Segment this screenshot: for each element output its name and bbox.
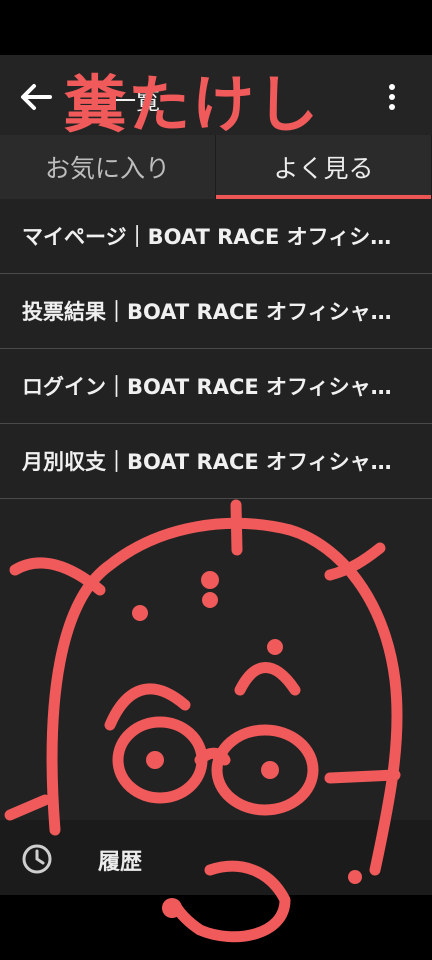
app-screen: 一覧 お気に入り よく見る マイページ｜BOAT RACE オフィシャルウェブサ…: [0, 55, 432, 895]
tab-bar: お気に入り よく見る: [0, 135, 432, 199]
tab-favorites[interactable]: お気に入り: [0, 135, 216, 199]
list-item[interactable]: ログイン｜BOAT RACE オフィシャルウェブサイト: [0, 349, 432, 424]
page-list: マイページ｜BOAT RACE オフィシャルウェブサイト 投票結果｜BOAT R…: [0, 199, 432, 499]
history-bar[interactable]: 履歴: [0, 820, 432, 895]
list-item-title: マイページ｜BOAT RACE オフィシャルウェブサイト: [22, 225, 402, 249]
list-item[interactable]: マイページ｜BOAT RACE オフィシャルウェブサイト: [0, 199, 432, 274]
tab-frequently-viewed[interactable]: よく見る: [216, 135, 432, 199]
more-menu-button[interactable]: [372, 77, 412, 117]
history-label: 履歴: [98, 850, 143, 875]
list-item-title: 投票結果｜BOAT RACE オフィシャルウェブサイト: [22, 300, 402, 324]
status-bar: [0, 0, 432, 55]
clock-icon: [22, 844, 52, 874]
list-item[interactable]: 月別収支｜BOAT RACE オフィシャルウェブサイト: [0, 424, 432, 499]
list-item[interactable]: 投票結果｜BOAT RACE オフィシャルウェブサイト: [0, 274, 432, 349]
arrow-left-icon: [21, 84, 52, 110]
back-button[interactable]: [14, 75, 58, 119]
list-item-title: 月別収支｜BOAT RACE オフィシャルウェブサイト: [22, 450, 402, 474]
more-vert-icon: [389, 84, 395, 110]
list-item-title: ログイン｜BOAT RACE オフィシャルウェブサイト: [22, 375, 402, 399]
handwritten-overlay-text: 糞たけし: [64, 68, 321, 141]
system-nav-bar: [0, 895, 432, 960]
